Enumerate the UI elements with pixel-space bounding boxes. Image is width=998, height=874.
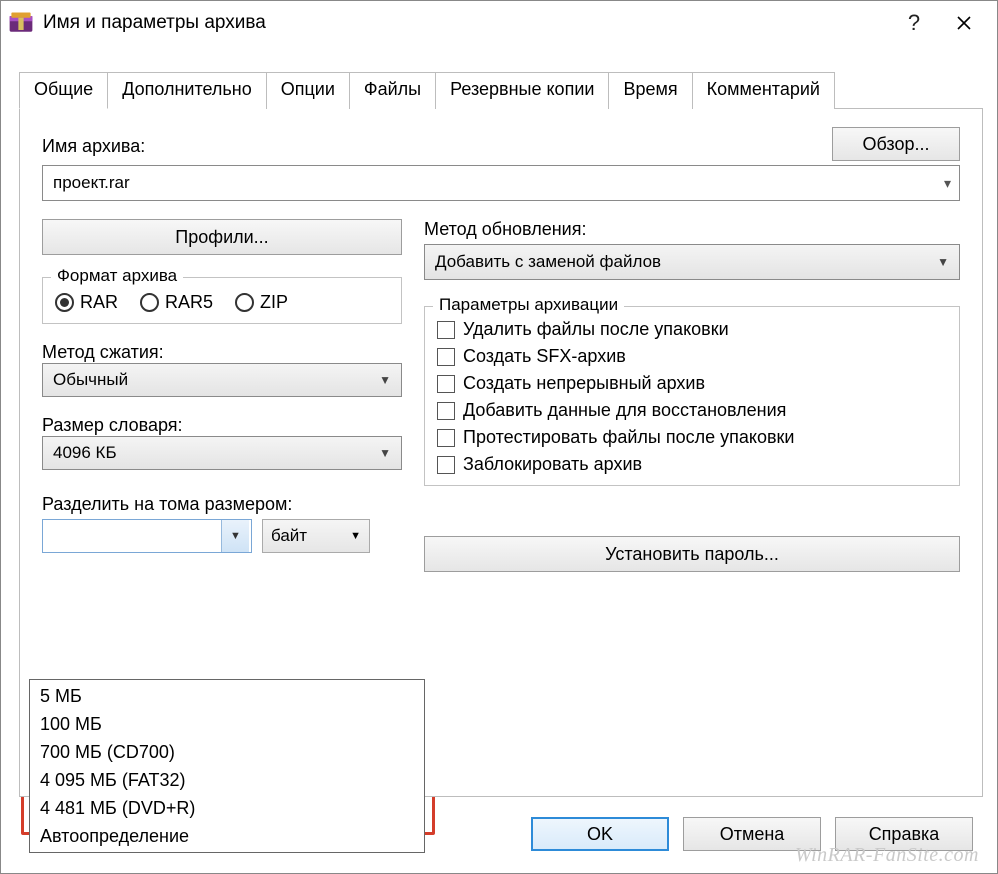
split-size-input[interactable]: [43, 520, 221, 552]
tab-options[interactable]: Опции: [266, 72, 350, 109]
params-group: Параметры архивации Удалить файлы после …: [424, 306, 960, 486]
check-test[interactable]: Протестировать файлы после упаковки: [437, 427, 947, 448]
check-sfx[interactable]: Создать SFX-архив: [437, 346, 947, 367]
check-lock[interactable]: Заблокировать архив: [437, 454, 947, 475]
split-option[interactable]: 100 МБ: [30, 710, 424, 738]
app-icon: [7, 9, 35, 37]
check-recovery[interactable]: Добавить данные для восстановления: [437, 400, 947, 421]
tab-strip: Общие Дополнительно Опции Файлы Резервны…: [19, 71, 983, 108]
chevron-down-icon: ▼: [937, 255, 949, 269]
method-select[interactable]: Обычный ▼: [42, 363, 402, 397]
format-legend: Формат архива: [51, 266, 183, 286]
method-label: Метод сжатия:: [42, 342, 402, 363]
dialog-window: Имя и параметры архива ? Общие Дополните…: [0, 0, 998, 874]
split-option[interactable]: 5 МБ: [30, 682, 424, 710]
split-dropdown-button[interactable]: ▼: [221, 520, 249, 552]
split-dropdown-list[interactable]: 5 МБ 100 МБ 700 МБ (CD700) 4 095 МБ (FAT…: [29, 679, 425, 853]
dict-select[interactable]: 4096 КБ ▼: [42, 436, 402, 470]
radio-rar[interactable]: RAR: [55, 292, 118, 313]
split-option[interactable]: 4 481 МБ (DVD+R): [30, 794, 424, 822]
set-password-button[interactable]: Установить пароль...: [424, 536, 960, 572]
chevron-down-icon: ▼: [379, 373, 391, 387]
tab-backup[interactable]: Резервные копии: [435, 72, 609, 109]
chevron-down-icon: ▼: [379, 446, 391, 460]
tab-comment[interactable]: Комментарий: [692, 72, 835, 109]
radio-rar5[interactable]: RAR5: [140, 292, 213, 313]
split-option[interactable]: 4 095 МБ (FAT32): [30, 766, 424, 794]
tab-advanced[interactable]: Дополнительно: [107, 72, 267, 109]
profiles-button[interactable]: Профили...: [42, 219, 402, 255]
params-legend: Параметры архивации: [433, 295, 624, 315]
dict-label: Размер словаря:: [42, 415, 402, 436]
ok-button[interactable]: OK: [531, 817, 669, 851]
client-area: Общие Дополнительно Опции Файлы Резервны…: [1, 45, 997, 873]
chevron-down-icon: ▼: [350, 530, 361, 542]
update-select[interactable]: Добавить с заменой файлов ▼: [424, 244, 960, 280]
check-delete-after[interactable]: Удалить файлы после упаковки: [437, 319, 947, 340]
radio-zip[interactable]: ZIP: [235, 292, 288, 313]
chevron-down-icon: ▾: [944, 175, 951, 192]
split-option[interactable]: Автоопределение: [30, 822, 424, 850]
window-title: Имя и параметры архива: [43, 12, 889, 34]
split-unit-select[interactable]: байт ▼: [262, 519, 370, 553]
watermark-text: WinRAR-FanSite.com: [795, 844, 979, 867]
archive-name-combo[interactable]: проект.rar ▾: [42, 165, 960, 201]
archive-name-value: проект.rar: [53, 173, 130, 193]
tab-files[interactable]: Файлы: [349, 72, 436, 109]
tab-time[interactable]: Время: [608, 72, 692, 109]
help-button[interactable]: ?: [889, 6, 939, 40]
tab-general[interactable]: Общие: [19, 72, 108, 109]
update-label: Метод обновления:: [424, 219, 960, 240]
split-option[interactable]: 700 МБ (CD700): [30, 738, 424, 766]
archive-name-label: Имя архива:: [42, 136, 820, 157]
format-group: Формат архива RAR RAR5 ZIP: [42, 277, 402, 324]
browse-button[interactable]: Обзор...: [832, 127, 960, 161]
split-size-combo[interactable]: ▼: [42, 519, 252, 553]
split-label: Разделить на тома размером:: [42, 494, 402, 515]
titlebar: Имя и параметры архива ?: [1, 1, 997, 45]
check-solid[interactable]: Создать непрерывный архив: [437, 373, 947, 394]
close-button[interactable]: [939, 6, 989, 40]
